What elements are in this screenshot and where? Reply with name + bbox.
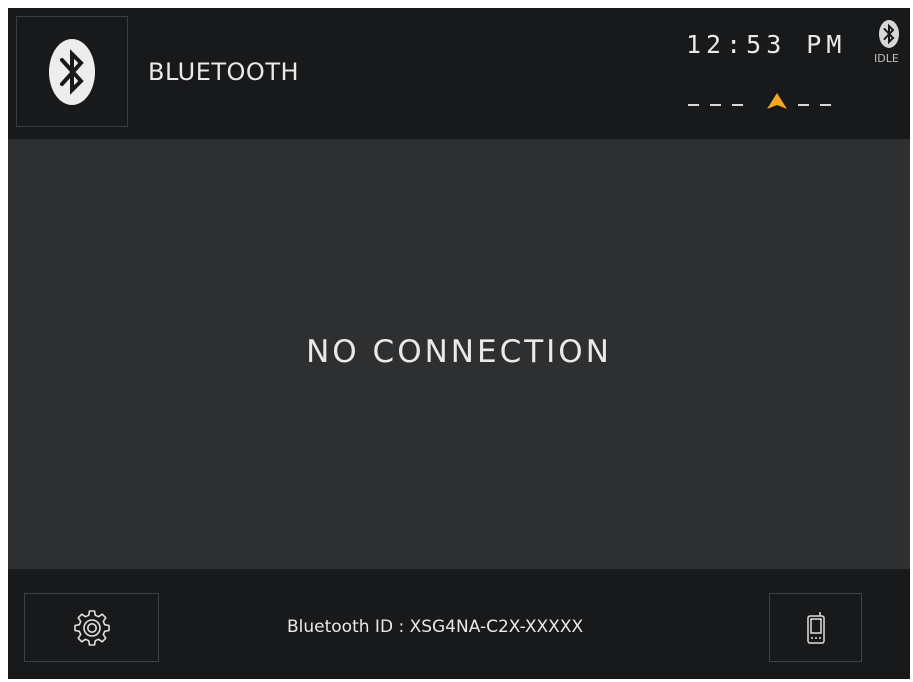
bluetooth-home-button[interactable] (16, 16, 128, 127)
infotainment-screen: BLUETOOTH 12:53 PM IDLE NO CONNECTION Bl… (8, 8, 910, 679)
footer-bar: Bluetooth ID : XSG4NA-C2X-XXXXX (8, 569, 910, 679)
bluetooth-icon (49, 38, 95, 105)
phone-button[interactable] (769, 593, 862, 662)
settings-button[interactable] (24, 593, 159, 662)
heading-arrow-icon (767, 93, 787, 109)
main-panel: NO CONNECTION (8, 139, 910, 569)
bluetooth-state-label: IDLE (874, 52, 899, 65)
connection-status: NO CONNECTION (306, 334, 612, 370)
gear-icon (73, 609, 110, 646)
bluetooth-status-icon (879, 20, 899, 48)
bluetooth-device-id: Bluetooth ID : XSG4NA-C2X-XXXXX (287, 617, 584, 637)
header-bar: BLUETOOTH 12:53 PM IDLE (8, 8, 910, 139)
clock: 12:53 PM (686, 30, 847, 59)
compass-heading-indicator (688, 93, 831, 109)
bluetooth-status-indicator: IDLE (874, 19, 908, 75)
page-title: BLUETOOTH (148, 58, 300, 86)
phone-icon (806, 611, 825, 644)
